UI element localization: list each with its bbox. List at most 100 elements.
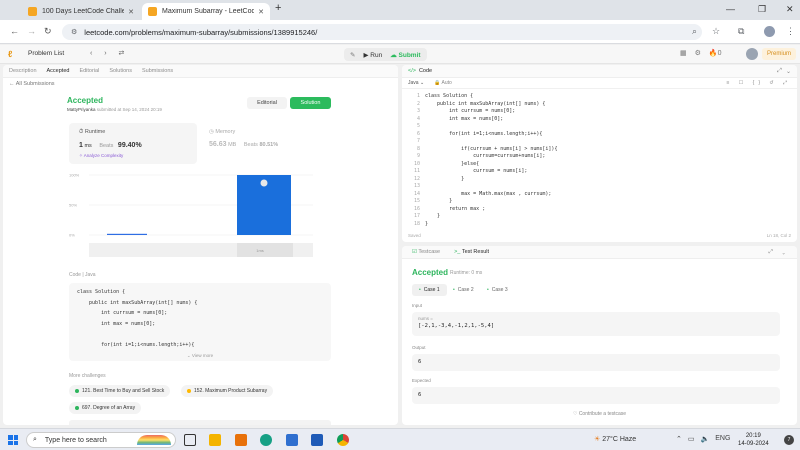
back-arrow-icon[interactable]: ← [10, 26, 19, 36]
tab-accepted[interactable]: Accepted [47, 68, 70, 74]
user-avatar[interactable] [746, 48, 758, 60]
problem-list-link[interactable]: Problem List [28, 50, 64, 57]
premium-button[interactable]: Premium [762, 48, 797, 60]
forward-arrow-icon[interactable]: → [27, 26, 36, 36]
taskbar-search[interactable]: ⌕ Type here to search [26, 432, 176, 448]
extensions-icon[interactable]: ⧉ [738, 26, 744, 37]
editor-line: } [425, 213, 441, 219]
challenge-label: 152. Maximum Product Subarray [194, 388, 268, 394]
editor-code-text[interactable]: class Solution { public int maxSubArray(… [420, 91, 558, 227]
test-result-panel: ☑ Testcase >_ Test Result ⤢ ⌄ Accepted R… [402, 246, 797, 425]
notification-badge[interactable]: 7 [784, 435, 794, 445]
test-panel-controls[interactable]: ⤢ ⌄ [768, 249, 789, 256]
line-number: 18 [413, 220, 420, 227]
volume-icon[interactable]: 🔈 [701, 435, 710, 443]
tab-editorial[interactable]: Editorial [79, 68, 99, 74]
editor-line: if(currsum + nums[i] > nums[i]){ [425, 145, 558, 152]
app-icon[interactable] [286, 434, 298, 446]
maximize-icon[interactable]: ❐ [758, 4, 766, 15]
left-panel-tabs: Description Accepted Editorial Solutions… [3, 65, 398, 78]
tab-testcase[interactable]: ☑ Testcase [412, 249, 440, 255]
problem-nav-arrows[interactable]: ‹ › ⇄ [90, 49, 129, 57]
weather-widget[interactable]: ☀ 27°C Haze [594, 435, 636, 443]
nav-right-icons: ▦ ⚙ 🔥0 [680, 49, 722, 57]
editorial-button[interactable]: Editorial [247, 97, 287, 109]
word-icon[interactable] [311, 434, 323, 446]
contribute-testcase-link[interactable]: ♡ Contribute a testcase [402, 411, 797, 417]
runtime-beats-label: Beats [99, 143, 114, 149]
new-tab-button[interactable]: + [275, 2, 281, 14]
tab-close-icon[interactable]: ✕ [128, 8, 134, 16]
collapse-panel-icon[interactable]: ⌄ [786, 68, 791, 75]
profile-avatar[interactable] [764, 26, 775, 37]
editor-toolbar: Java ⌄ 🔒 Auto ≡ ☐ {} ↺ ⤢ [402, 78, 797, 89]
challenge-chip[interactable]: 121. Best Time to Buy and Sell Stock [69, 385, 171, 397]
file-explorer-icon[interactable] [209, 434, 221, 446]
bookmark-star-icon[interactable]: ☆ [712, 26, 720, 37]
settings-gear-icon[interactable]: ⚙ [695, 49, 701, 57]
autocomplete-toggle[interactable]: 🔒 Auto [434, 80, 452, 86]
mail-icon[interactable] [235, 434, 247, 446]
memory-label-text: Memory [215, 129, 236, 135]
menu-kebab-icon[interactable]: ⋮ [786, 26, 795, 37]
streak-fire-icon[interactable]: 🔥0 [709, 49, 722, 57]
runtime-card[interactable]: ⏱ Runtime 1 ms Beats 99.40% ✧ Analyze Co… [69, 123, 197, 164]
case-tab-1[interactable]: • Case 1 [412, 284, 447, 296]
minimize-icon[interactable]: — [726, 4, 735, 14]
maximize-panel-icon[interactable]: ⤢ [777, 68, 782, 75]
layout-icon[interactable]: ▦ [680, 49, 687, 57]
memory-value: 56.63 [209, 141, 227, 148]
tab-description[interactable]: Description [9, 68, 37, 74]
close-window-icon[interactable]: ✕ [786, 4, 794, 15]
tray-chevron-icon[interactable]: ⌃ [676, 435, 682, 443]
tab-solutions[interactable]: Solutions [109, 68, 132, 74]
streak-count: 0 [717, 50, 722, 57]
runtime-value: 1 [79, 142, 83, 149]
input-language[interactable]: ENG [715, 435, 730, 443]
editor-line: public int maxSubArray(int[] nums) { [425, 100, 546, 107]
leetcode-logo-icon[interactable]: ℓ [8, 49, 12, 59]
site-info-icon[interactable]: ⚙ [71, 28, 77, 36]
submit-button[interactable]: ☁ Submit [390, 51, 420, 59]
output-box: 6 [412, 354, 780, 371]
cursor-position: Ln 18, Col 2 [766, 233, 791, 238]
code-label-text: Code [69, 272, 81, 278]
back-label: All Submissions [15, 81, 55, 87]
editor-line: return max ; [425, 205, 486, 212]
editor-action-icons[interactable]: ≡ ☐ {} ↺ ⤢ [727, 80, 792, 86]
expected-box: 6 [412, 387, 780, 404]
start-button[interactable] [8, 435, 18, 445]
case-tab-2[interactable]: • Case 2 [446, 284, 481, 296]
reload-icon[interactable]: ↻ [44, 26, 52, 37]
search-lens-icon[interactable]: ⌕ [692, 26, 697, 37]
network-icon[interactable]: ▭ [688, 435, 695, 443]
task-view-icon[interactable] [184, 434, 196, 446]
submitter-name[interactable]: MattyPriyanka [67, 107, 96, 112]
debug-icon[interactable]: ✎ [350, 51, 355, 59]
language-select[interactable]: Java ⌄ [408, 80, 424, 86]
submitted-code-card[interactable]: class Solution { public int maxSubArray(… [69, 283, 331, 361]
browser-tab-active[interactable]: Maximum Subarray - LeetCode ✕ [142, 3, 270, 20]
chrome-icon[interactable] [337, 434, 349, 446]
taskbar-clock[interactable]: 20:19 14-09-2024 [738, 432, 769, 448]
runtime-unit: ms [84, 143, 92, 149]
all-submissions-link[interactable]: ← All Submissions [9, 81, 55, 87]
tab-close-icon[interactable]: ✕ [258, 8, 264, 16]
challenge-chip[interactable]: 152. Maximum Product Subarray [181, 385, 274, 397]
case-tab-3[interactable]: • Case 3 [480, 284, 515, 296]
run-button[interactable]: ▶ Run [363, 51, 382, 59]
browser-tab[interactable]: 100 Days LeetCode Challenge ✕ [22, 3, 140, 20]
challenge-chip[interactable]: 697. Degree of an Array [69, 402, 142, 414]
output-value: 6 [418, 359, 422, 365]
analyze-complexity-link[interactable]: ✧ Analyze Complexity [79, 153, 187, 159]
tab-submissions[interactable]: Submissions [142, 68, 173, 74]
memory-card[interactable]: ◷ Memory 56.63 MB Beats 80.51% [201, 123, 329, 164]
code-editor[interactable]: 1 2 3 4 5 6 7 8 9 10 11 12 13 14 15 16 17 18 class Soluti… [402, 91, 797, 227]
url-field[interactable]: ⚙ leetcode.com/problems/maximum-subarray… [62, 24, 702, 40]
edge-icon[interactable] [260, 434, 272, 446]
tab-test-result[interactable]: >_ Test Result [454, 249, 489, 255]
view-more-button[interactable]: ⌄ View more [69, 353, 331, 359]
solution-button[interactable]: Solution [290, 97, 331, 109]
auto-label: Auto [441, 80, 452, 86]
